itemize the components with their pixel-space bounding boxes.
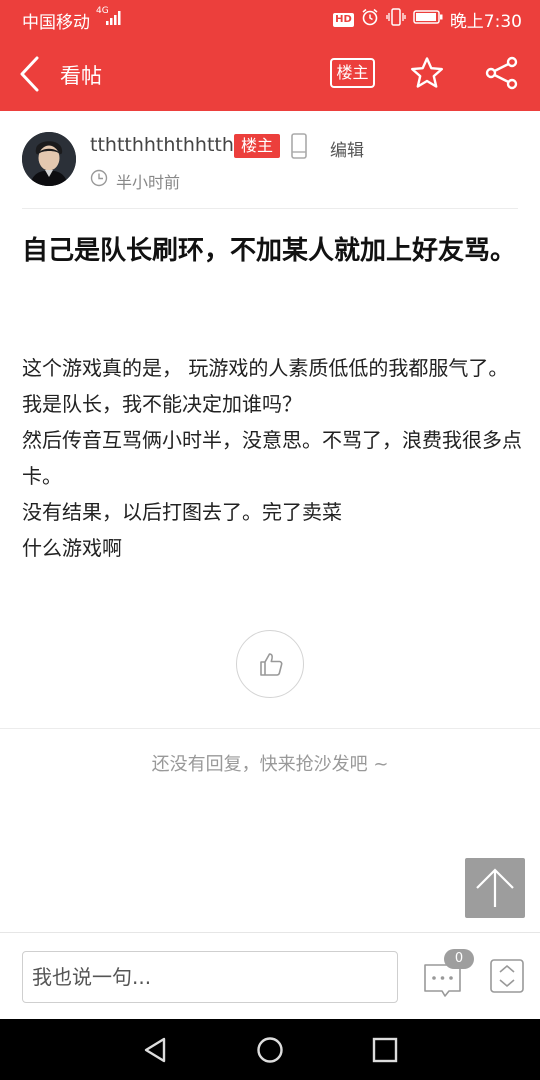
clock-time: 晚上7:30: [449, 12, 522, 32]
chevron-left-icon: [20, 56, 39, 92]
signal-icon: [106, 10, 122, 30]
carrier-name: 中国移动: [22, 13, 90, 33]
alarm-icon: [361, 8, 379, 31]
comment-count-badge: 0: [444, 949, 474, 969]
square-recents-icon: [372, 1037, 398, 1063]
nav-back-button[interactable]: [143, 1037, 167, 1067]
clock-icon: [90, 169, 108, 187]
hd-icon: HD: [333, 12, 354, 27]
like-button[interactable]: [236, 630, 304, 698]
system-nav-bar: [0, 1019, 540, 1080]
post-body-line: 没有结果，以后打图去了。完了卖菜: [22, 500, 342, 524]
phone-icon: [290, 133, 308, 159]
nav-home-button[interactable]: [256, 1036, 284, 1068]
arrow-up-icon: [476, 868, 514, 907]
author-name[interactable]: tthtthhththhtth: [90, 134, 234, 156]
owner-only-button[interactable]: 楼主: [330, 58, 375, 88]
comment-input[interactable]: 我也说一句...: [22, 951, 398, 1003]
bottom-bar: 我也说一句... 0: [0, 932, 540, 1019]
nav-recents-button[interactable]: [372, 1037, 398, 1067]
owner-badge: 楼主: [234, 134, 280, 158]
post-title: 自己是队长刷环，不加某人就加上好友骂。: [22, 236, 517, 266]
post-body-line: 这个游戏真的是， 玩游戏的人素质低低的我都服气了。: [22, 356, 509, 380]
favorite-button[interactable]: [410, 56, 444, 90]
divider: [22, 208, 518, 209]
post-body-line: 我是队长，我不能决定加谁吗？: [22, 392, 302, 416]
status-bar: 中国移动 4G HD 晚上7:30: [0, 0, 540, 36]
divider: [0, 728, 540, 729]
triangle-back-icon: [144, 1037, 166, 1063]
back-button[interactable]: [16, 55, 46, 93]
circle-home-icon: [257, 1037, 283, 1063]
share-icon: [485, 56, 518, 90]
post-body-line: 什么游戏啊: [22, 536, 122, 560]
status-right: HD 晚上7:30: [333, 7, 522, 32]
empty-replies-text: 还没有回复，快来抢沙发吧 ~: [151, 754, 389, 775]
scroll-to-top-button[interactable]: [465, 858, 525, 918]
vibrate-icon: [386, 8, 406, 31]
edit-link[interactable]: 编辑: [330, 136, 364, 161]
star-icon: [411, 57, 443, 88]
app-header: 看帖 楼主: [0, 36, 540, 111]
battery-icon: [413, 9, 443, 30]
avatar[interactable]: [22, 132, 76, 186]
thumbs-up-icon: [260, 653, 283, 676]
post-body-line: 然后传音互骂俩小时半，没意思。不骂了，浪费我很多点卡。: [22, 428, 522, 488]
share-button[interactable]: [485, 56, 519, 90]
comments-button[interactable]: 0: [420, 949, 478, 999]
page-title: 看帖: [60, 64, 102, 88]
post-body: 这个游戏真的是， 玩游戏的人素质低低的我都服气了。 我是队长，我不能决定加谁吗？…: [22, 350, 522, 566]
up-down-icon: [490, 959, 524, 993]
page-navigation-button[interactable]: [490, 959, 524, 993]
post-time: 半小时前: [116, 173, 181, 192]
